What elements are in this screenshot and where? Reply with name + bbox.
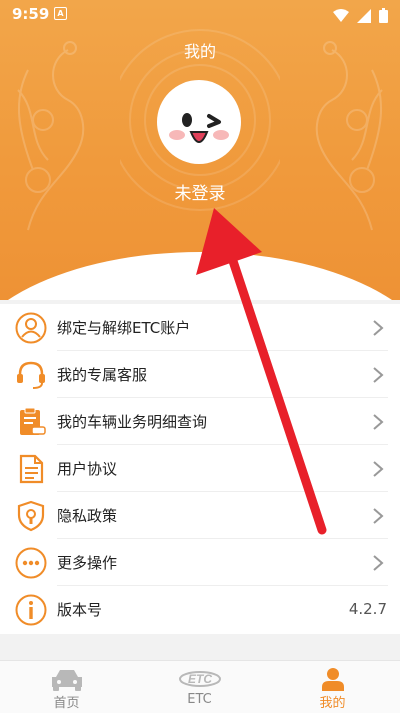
notification-a-icon: A [54,7,67,20]
chevron-right-icon [373,508,384,524]
menu-item-label: 版本号 [57,601,103,619]
battery-icon [379,8,388,23]
headset-icon [17,361,45,389]
info-icon [15,594,47,626]
signal-icon [357,8,372,23]
chevron-right-icon [373,461,384,477]
menu-item-more-actions[interactable]: 更多操作 [0,539,400,586]
tab-label: 首页 [53,696,80,711]
etc-logo-icon: ETC [178,671,221,687]
status-time: 9:59 [12,5,50,23]
menu-item-label: 更多操作 [57,554,118,572]
more-dots-icon [15,547,47,579]
page-title: 我的 [183,42,216,61]
header-curve [0,252,400,300]
menu-item-vehicle-records[interactable]: 我的车辆业务明细查询 [0,398,400,445]
tab-label: 我的 [319,696,346,711]
login-status-text[interactable]: 未登录 [0,179,400,204]
menu-item-user-agreement[interactable]: 用户协议 [0,445,400,492]
car-icon [51,670,82,691]
peacock-pattern-right [315,41,383,231]
user-outline-icon [15,312,47,344]
tab-etc[interactable]: ETC ETC [133,661,266,713]
menu-list: 绑定与解绑ETC账户 我的专属客服 我的车辆业务明细查询 用户协议 隐私政策 更… [0,304,400,634]
bottom-tab-bar: 首页 ETC ETC 我的 [0,660,400,713]
menu-item-privacy-policy[interactable]: 隐私政策 [0,492,400,539]
clipboard-car-icon [20,407,46,435]
chevron-right-icon [373,414,384,430]
version-number: 4.2.7 [348,600,387,618]
menu-item-label: 我的专属客服 [57,366,148,384]
tab-mine[interactable]: 我的 [266,661,399,713]
menu-item-version: 版本号 4.2.7 [0,586,400,633]
peacock-pattern-left [17,41,85,231]
menu-item-customer-service[interactable]: 我的专属客服 [0,351,400,398]
wifi-icon [333,8,350,22]
chevron-right-icon [373,320,384,336]
menu-item-label: 绑定与解绑ETC账户 [57,319,191,337]
profile-header: 9:59 A 我的 未登录 [0,0,400,300]
status-icons [333,6,388,24]
menu-item-bind-etc[interactable]: 绑定与解绑ETC账户 [0,304,400,351]
menu-item-label: 用户协议 [57,460,118,478]
document-icon [19,454,44,484]
menu-item-label: 我的车辆业务明细查询 [57,413,208,431]
smiley-face-icon [169,113,229,143]
shield-lock-icon [17,500,45,532]
chevron-right-icon [373,367,384,383]
avatar[interactable] [157,80,241,164]
tab-label: ETC [187,692,212,707]
menu-item-label: 隐私政策 [57,507,118,525]
tab-home[interactable]: 首页 [0,661,133,713]
svg-text:ETC: ETC [188,672,212,686]
chevron-right-icon [373,555,384,571]
person-icon [321,668,344,691]
status-bar: 9:59 A [0,0,400,28]
